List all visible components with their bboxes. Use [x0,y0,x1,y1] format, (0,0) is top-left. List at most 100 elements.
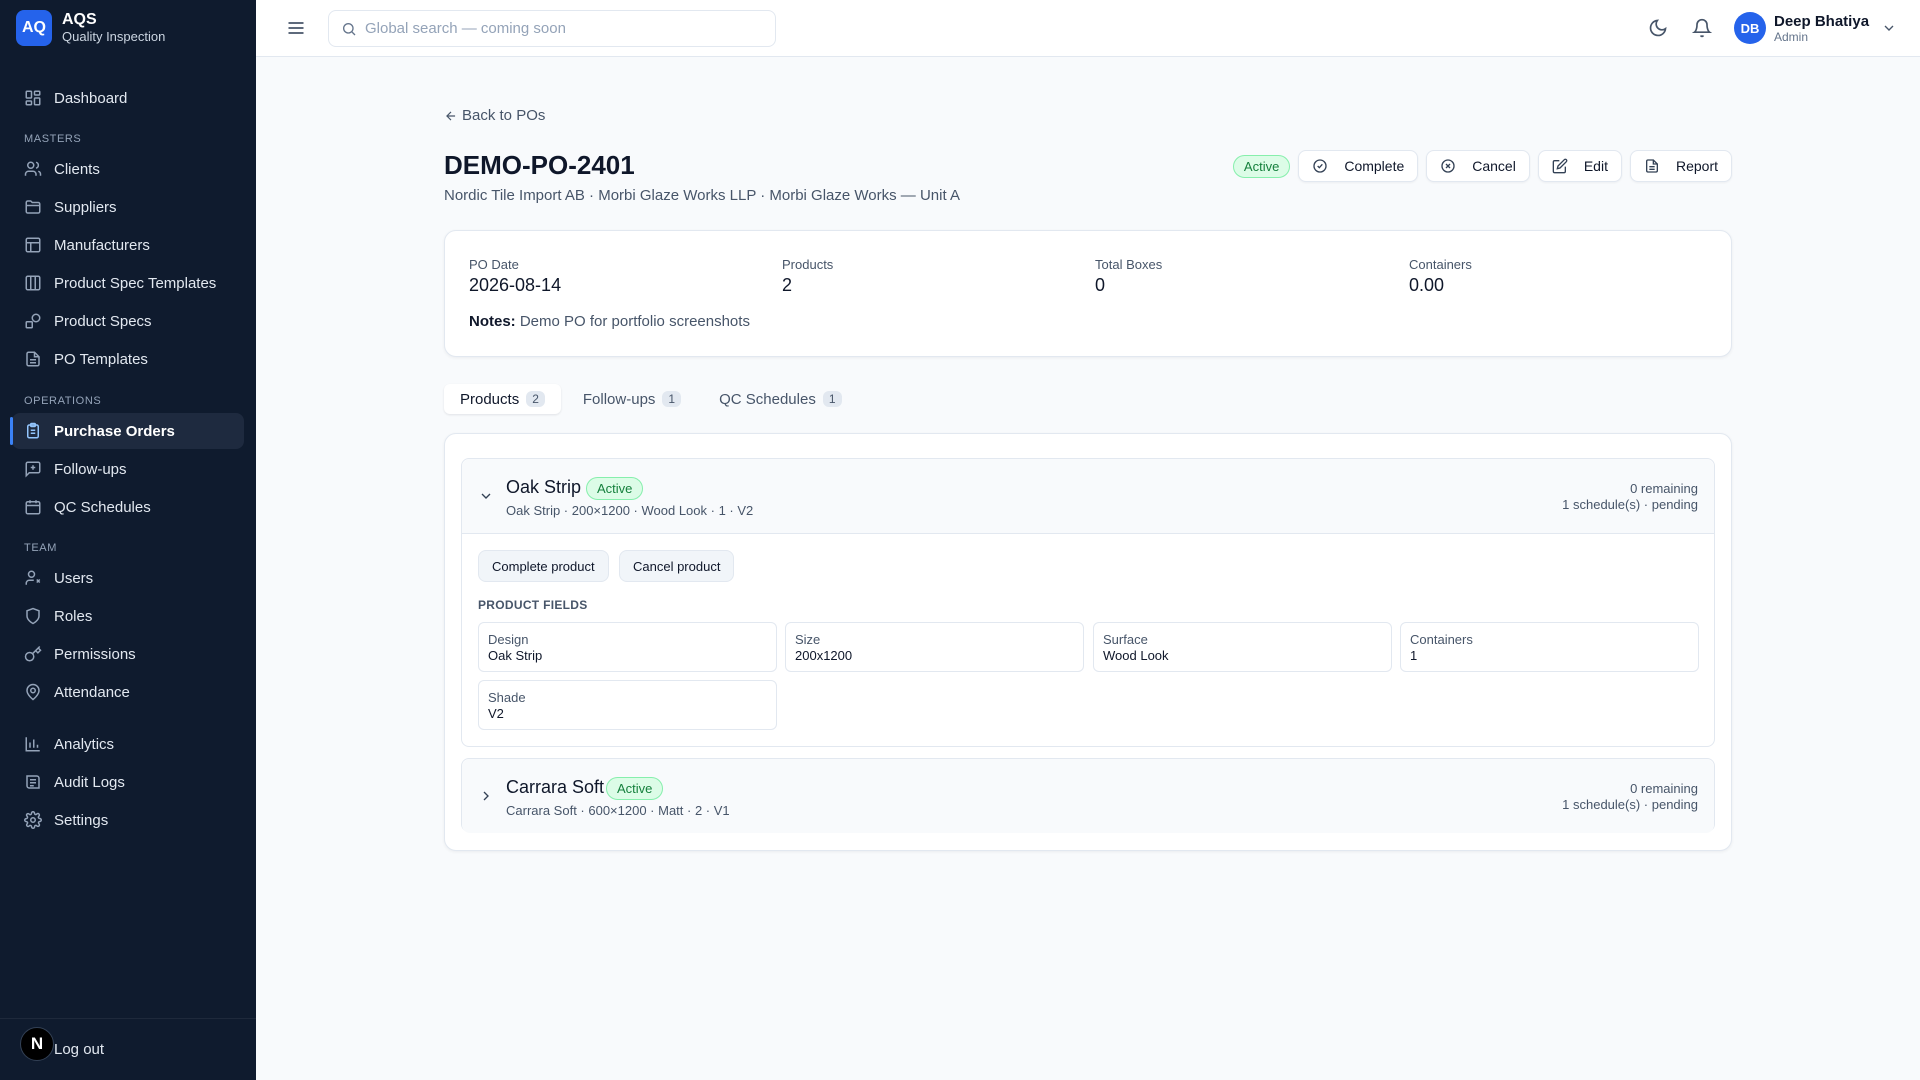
sidebar-item-label: Suppliers [54,198,117,216]
section-team: TEAM [24,542,57,554]
location-icon [26,683,40,701]
dashboard-icon [25,90,41,106]
user-name: Deep Bhatiya [1774,12,1870,30]
message-icon [25,461,41,478]
product-header[interactable]: Carrara Soft Active Carrara Soft · 600×1… [462,759,1714,833]
sidebar-item-product-specs[interactable]: Product Specs [12,303,244,339]
sidebar-item-label: Settings [54,811,109,829]
dark-mode-icon[interactable] [1648,18,1668,38]
sidebar-item-label: Manufacturers [54,236,150,254]
back-to-pos-link[interactable]: Back to POs [444,107,545,124]
bar-chart-icon [25,737,40,752]
sidebar-item-users[interactable]: Users [12,560,244,596]
user-icon [25,570,41,585]
sidebar-item-label: Users [54,569,94,587]
cancel-product-button[interactable]: Cancel product [619,550,735,582]
sidebar-item-label: Attendance [54,683,130,701]
cancel-button[interactable]: Cancel [1426,150,1530,182]
sidebar-item-po-templates[interactable]: PO Templates [12,341,244,377]
logout-button[interactable]: Log out [54,1041,104,1058]
global-search[interactable] [328,10,776,47]
sidebar-item-attendance[interactable]: Attendance [12,674,244,710]
topbar: DB Deep Bhatiya Admin [256,0,1920,57]
sidebar-item-roles[interactable]: Roles [12,598,244,634]
menu-icon[interactable] [286,18,306,38]
sidebar-item-label: QC Schedules [54,498,151,516]
report-icon [1645,159,1658,173]
product-meta: Oak Strip · 200×1200 · Wood Look · 1 · V… [506,503,754,518]
sidebar-item-label: Product Spec Templates [54,274,217,292]
sidebar-item-clients[interactable]: Clients [12,151,244,187]
tab-products[interactable]: Products 2 [444,384,561,414]
tab-count: 2 [526,391,545,407]
tab-count: 1 [662,391,682,407]
field-surface: Surface Wood Look [1093,622,1392,672]
sidebar-item-label: Roles [54,607,93,625]
sidebar-item-suppliers[interactable]: Suppliers [12,189,244,225]
sidebar-item-audit-logs[interactable]: Audit Logs [12,764,244,800]
sidebar-item-settings[interactable]: Settings [12,802,244,838]
sidebar-footer: N Log out [0,1018,256,1080]
field-size: Size 200x1200 [785,622,1084,672]
factory-icon [25,237,41,253]
product-card: Carrara Soft Active Carrara Soft · 600×1… [461,758,1715,833]
sidebar-item-dashboard[interactable]: Dashboard [12,80,244,116]
section-masters: MASTERS [24,133,82,145]
sidebar-item-label: Clients [54,160,100,178]
chevron-down-icon[interactable] [478,488,494,504]
complete-product-button[interactable]: Complete product [478,550,609,582]
product-name: Oak Strip [506,477,582,497]
sidebar-item-product-spec-templates[interactable]: Product Spec Templates [12,265,244,301]
sidebar-item-analytics[interactable]: Analytics [12,726,244,762]
columns-icon [25,275,41,291]
tab-follow-ups[interactable]: Follow-ups 1 [567,384,697,414]
calendar-icon [25,500,41,515]
report-button[interactable]: Report [1629,150,1732,182]
po-notes: Notes: Demo PO for portfolio screenshots [469,313,750,330]
sidebar-item-purchase-orders[interactable]: Purchase Orders [10,413,244,449]
sidebar-item-label: Permissions [54,645,136,663]
sidebar-item-label: Dashboard [54,89,128,107]
page-title: DEMO-PO-2401 [444,150,635,180]
footer-badge: N [20,1027,54,1061]
notes-text: Demo PO for portfolio screenshots [519,313,750,330]
product-fields-heading: PRODUCT FIELDS [478,598,588,612]
product-body: Complete product Cancel product PRODUCT … [462,533,1714,746]
bell-icon[interactable] [1692,18,1712,38]
brand-subtitle: Quality Inspection [62,29,166,44]
sidebar-item-label: Analytics [54,735,115,753]
shapes-icon [25,313,41,329]
sidebar: AQ AQS Quality Inspection Dashboard MAST… [0,0,256,1080]
users-icon [24,161,42,176]
edit-icon [1552,158,1568,174]
complete-button[interactable]: Complete [1298,150,1419,182]
product-card: Oak Strip Active Oak Strip · 200×1200 · … [461,458,1715,747]
product-header[interactable]: Oak Strip Active Oak Strip · 200×1200 · … [462,459,1714,533]
document-icon [26,351,40,367]
stat-containers: Containers 0.00 [1409,257,1472,295]
sidebar-item-follow-ups[interactable]: Follow-ups [12,451,244,487]
brand-name: AQS [62,11,97,28]
sidebar-item-permissions[interactable]: Permissions [12,636,244,672]
field-containers: Containers 1 [1400,622,1699,672]
edit-button[interactable]: Edit [1537,150,1622,182]
key-icon [24,645,42,662]
folder-icon [25,200,41,214]
tab-count: 1 [822,391,842,407]
search-input[interactable] [365,20,765,37]
sidebar-item-manufacturers[interactable]: Manufacturers [12,227,244,263]
brand-logo: AQ [16,10,52,46]
clipboard-icon [27,422,39,439]
section-operations: OPERATIONS [24,395,102,407]
chevron-right-icon[interactable] [478,788,494,804]
audit-icon [26,775,40,789]
back-label: Back to POs [462,107,546,124]
sidebar-item-qc-schedules[interactable]: QC Schedules [12,489,244,525]
brand[interactable]: AQ AQS Quality Inspection [0,0,256,56]
search-icon [343,22,356,35]
sidebar-item-label: Purchase Orders [54,422,175,440]
product-progress: 0 remaining 1 schedule(s) · pending [1562,481,1698,512]
tab-qc-schedules[interactable]: QC Schedules 1 [703,384,857,414]
user-menu[interactable]: DB Deep Bhatiya Admin [1734,11,1897,45]
status-badge: Active [586,477,644,500]
